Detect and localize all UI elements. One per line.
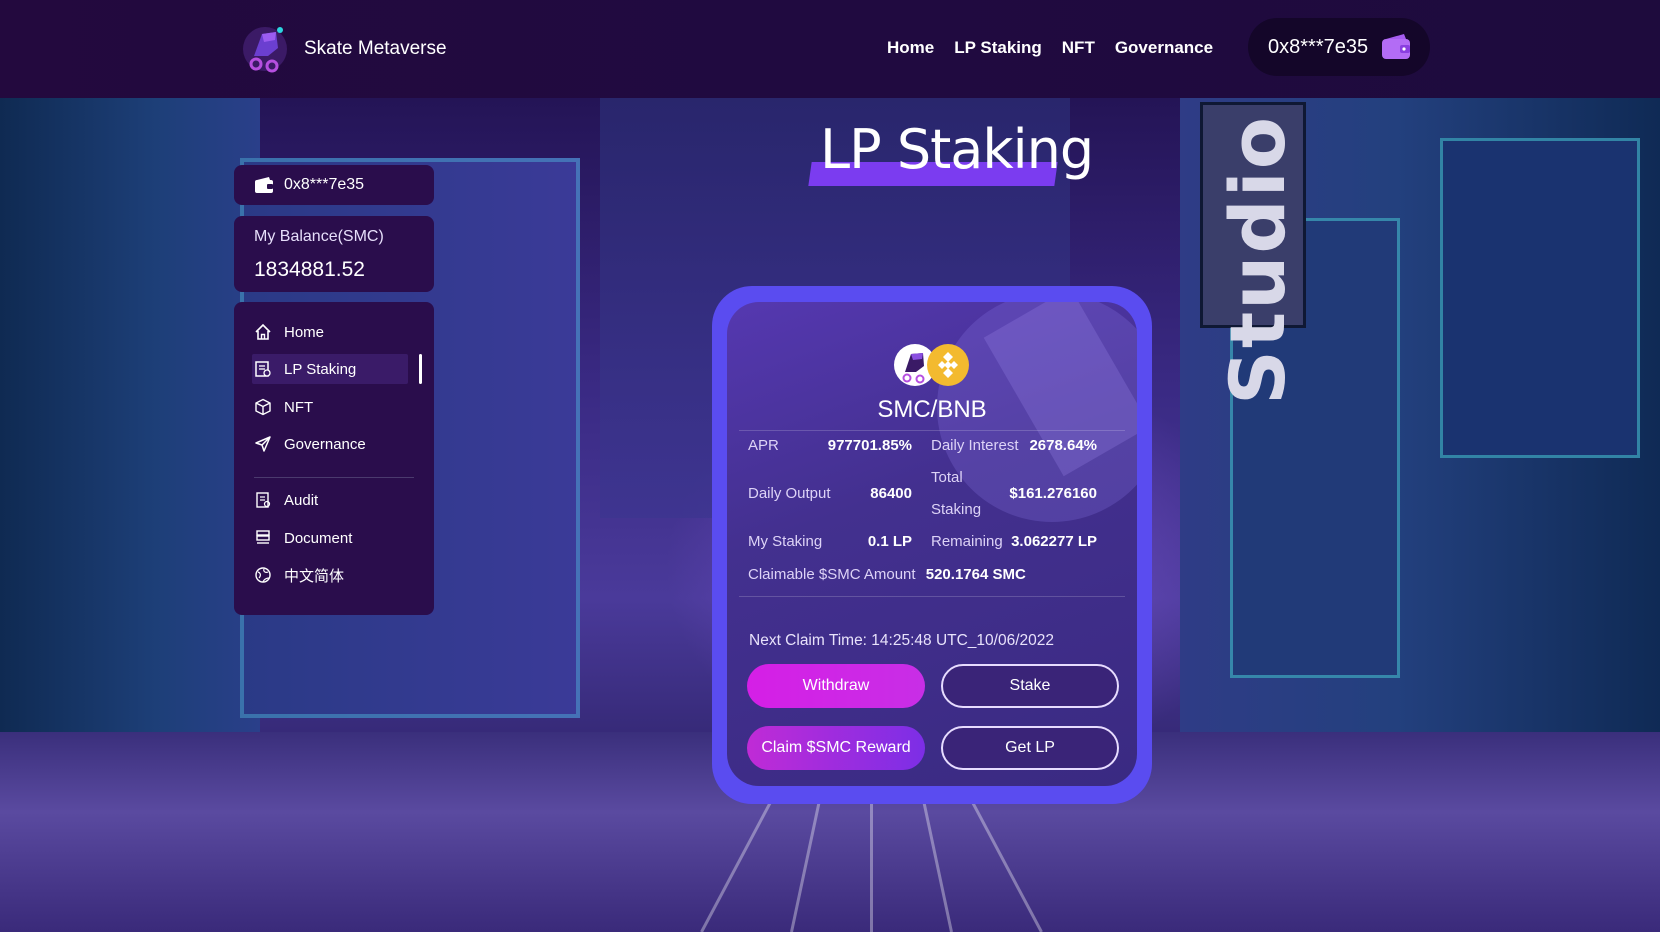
sidebar-divider	[254, 477, 414, 478]
stat-my-staking: My Staking 0.1 LP	[748, 533, 912, 553]
stat-apr: APR 977701.85%	[748, 437, 912, 457]
sidebar-item-home[interactable]: Home	[254, 317, 424, 347]
sidebar-item-document[interactable]: Document	[254, 523, 424, 553]
stat-label: Daily Interest	[931, 437, 1019, 454]
stat-claimable: Claimable $SMC Amount 520.1764 SMC	[748, 566, 1048, 586]
top-navbar: Skate Metaverse Home LP Staking NFT Gove…	[0, 0, 1660, 98]
staking-card: SMC/BNB APR 977701.85% Daily Interest 26…	[712, 286, 1152, 804]
staking-card-body: SMC/BNB APR 977701.85% Daily Interest 26…	[727, 302, 1137, 786]
wallet-button[interactable]: 0x8***7e35	[1248, 18, 1430, 76]
nav-governance[interactable]: Governance	[1115, 38, 1213, 58]
get-lp-button[interactable]: Get LP	[941, 726, 1119, 770]
stat-daily-output: Daily Output 86400	[748, 485, 912, 505]
sidebar-item-label: 中文简体	[284, 567, 345, 585]
stat-value: 0.1 LP	[867, 533, 912, 550]
staking-icon	[255, 361, 271, 377]
sidebar-wallet-address: 0x8***7e35	[284, 176, 365, 193]
home-icon	[255, 323, 271, 340]
balance-label: My Balance(SMC)	[254, 228, 384, 245]
stat-value: 86400	[870, 485, 912, 502]
nav-lp-staking[interactable]: LP Staking	[954, 38, 1042, 58]
sidebar-item-governance[interactable]: Governance	[254, 429, 424, 459]
sidebar-item-label: Audit	[284, 491, 319, 509]
stat-daily-interest: Daily Interest 2678.64%	[931, 437, 1097, 457]
stat-label: Claimable $SMC Amount	[748, 566, 916, 583]
sidebar-balance: My Balance(SMC) 1834881.52	[234, 216, 434, 292]
stat-label: Staking	[931, 501, 982, 518]
skate-logo-icon	[243, 27, 287, 73]
sidebar-item-language[interactable]: 中文简体	[254, 560, 424, 590]
wallet-icon	[1382, 34, 1411, 59]
card-divider	[739, 430, 1125, 431]
withdraw-button[interactable]: Withdraw	[747, 664, 925, 708]
stat-label: My Staking	[748, 533, 823, 550]
pair-token-icons	[894, 344, 969, 386]
stat-value: 520.1764 SMC	[925, 566, 1026, 583]
stat-value: 977701.85%	[827, 437, 912, 454]
nav-home[interactable]: Home	[887, 38, 934, 58]
send-icon	[255, 436, 271, 452]
wallet-icon	[255, 177, 273, 193]
language-icon	[255, 567, 271, 583]
cube-icon	[255, 398, 271, 416]
stake-button[interactable]: Stake	[941, 664, 1119, 708]
claim-reward-button[interactable]: Claim $SMC Reward	[747, 726, 925, 770]
stat-label: Remaining	[931, 533, 1003, 550]
stat-label: Total	[931, 469, 963, 486]
bnb-token-icon	[927, 344, 969, 386]
brand-name: Skate Metaverse	[304, 38, 447, 59]
sidebar-item-label: Document	[284, 529, 353, 547]
wallet-address: 0x8***7e35	[1268, 35, 1369, 58]
stat-label: APR	[748, 437, 779, 454]
document-icon	[256, 530, 270, 544]
sidebar-item-audit[interactable]: Audit	[254, 485, 424, 515]
sidebar-item-lp-staking[interactable]: LP Staking	[252, 354, 422, 384]
sidebar-item-label: Governance	[284, 435, 366, 453]
pair-name: SMC/BNB	[877, 396, 987, 423]
top-nav: Home LP Staking NFT Governance	[887, 38, 1233, 58]
sidebar-item-label: NFT	[284, 398, 314, 416]
page-title: LP Staking	[820, 118, 1094, 181]
sidebar-menu: Home LP Staking NFT Governance Audit Doc…	[234, 302, 434, 615]
background-sign-text: Studio	[1213, 115, 1302, 405]
card-divider	[739, 596, 1125, 597]
background-sign: Studio	[1200, 102, 1306, 405]
audit-icon	[256, 492, 271, 508]
balance-value: 1834881.52	[254, 258, 365, 281]
stat-label: Daily Output	[748, 485, 831, 502]
nav-nft[interactable]: NFT	[1062, 38, 1095, 58]
stat-value: 2678.64%	[1029, 437, 1097, 454]
brand[interactable]: Skate Metaverse	[240, 22, 447, 76]
sidebar-item-label: Home	[284, 323, 325, 341]
stat-value: $161.276160	[1009, 485, 1097, 502]
stat-value: 3.062277 LP	[1011, 533, 1097, 550]
sidebar-item-label: LP Staking	[284, 360, 357, 378]
background-building	[1440, 138, 1640, 458]
stat-total-staking: Total Staking $161.276160	[931, 469, 1097, 521]
stat-remaining: Remaining 3.062277 LP	[931, 533, 1097, 553]
sidebar-item-nft[interactable]: NFT	[254, 392, 424, 422]
next-claim-time: Next Claim Time: 14:25:48 UTC_10/06/2022	[749, 632, 1054, 649]
sidebar-wallet[interactable]: 0x8***7e35	[234, 165, 434, 205]
